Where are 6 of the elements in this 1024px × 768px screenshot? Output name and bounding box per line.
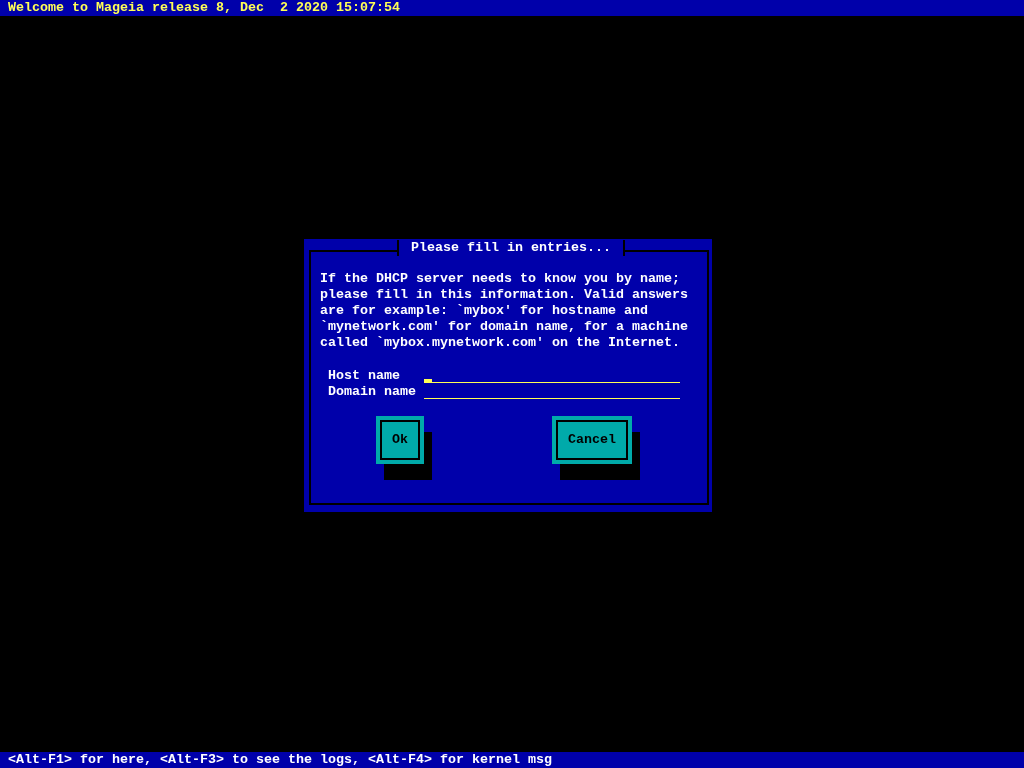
hotkey-hint-text: <Alt-F1> for here, <Alt-F3> to see the logs, <Alt-F4> for kernel msg — [7, 752, 552, 768]
field-label: Host name — [328, 368, 401, 384]
field-label: Domain name — [328, 384, 417, 400]
dialog-title: Please fill in entries... — [397, 240, 625, 256]
dialog-message: If the DHCP server needs to know you by name; please fill in this information. Valid answers are for example: `mybox' for hostname and `mynetwork.com' for domain name, for a machine called `mybox.mynetwork.com' on the Internet. — [320, 271, 689, 351]
welcome-text: Welcome to Mageia release 8, Dec 2 2020 15:07:54 — [7, 0, 400, 16]
